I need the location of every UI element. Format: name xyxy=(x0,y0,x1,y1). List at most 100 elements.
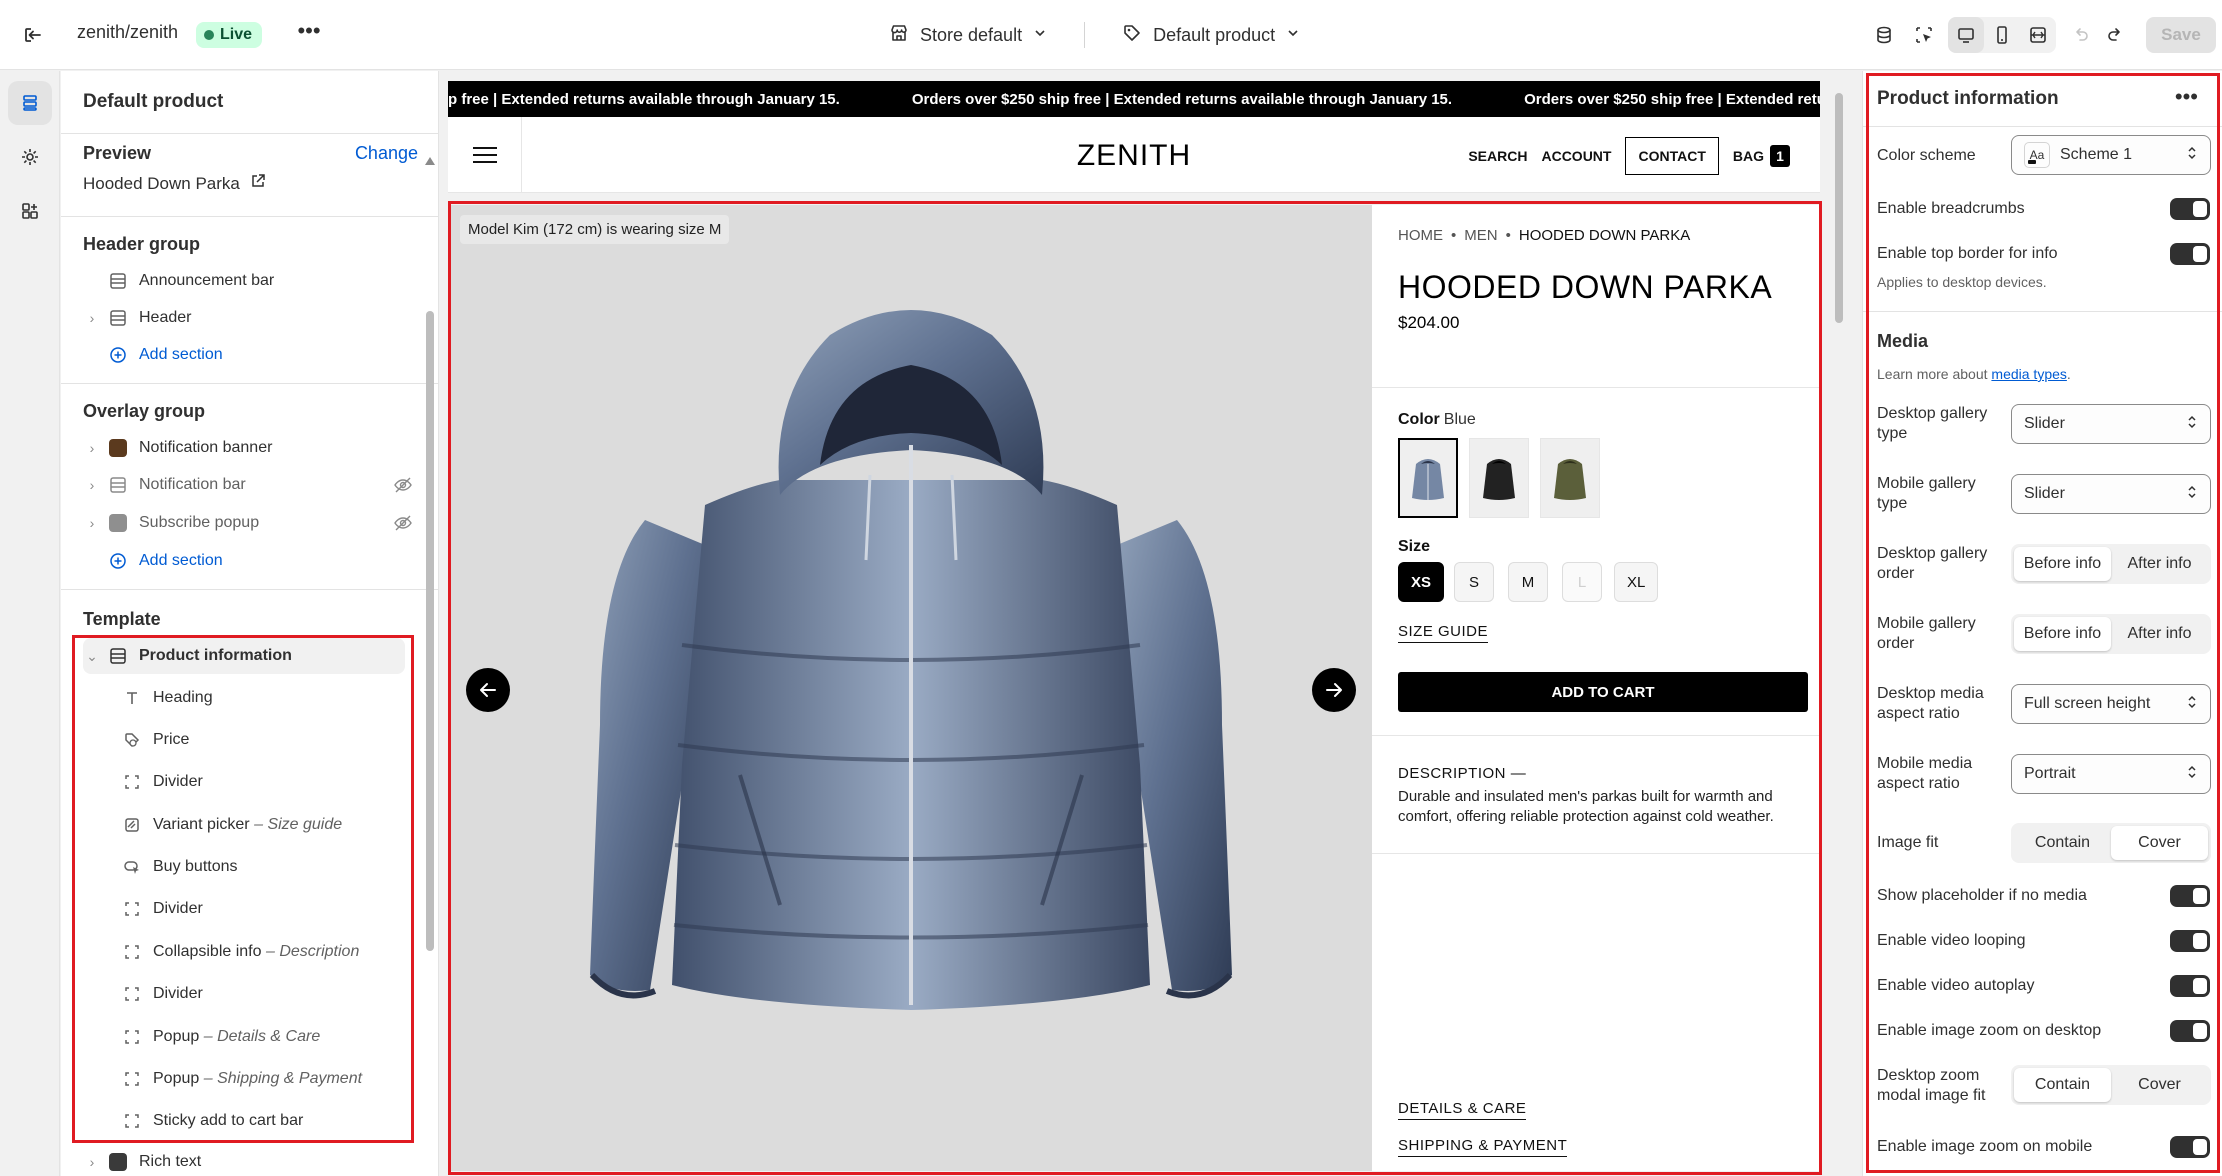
size-option-s[interactable]: S xyxy=(1454,562,1494,602)
section-item-announcement-bar[interactable]: Announcement bar xyxy=(83,263,433,299)
plus-circle-icon xyxy=(107,344,129,366)
announcement-bar[interactable]: p free | Extended returns available thro… xyxy=(448,81,1820,117)
section-item-rich-text[interactable]: › Rich text xyxy=(83,1144,433,1176)
database-icon[interactable] xyxy=(1866,17,1902,53)
product-media[interactable]: Model Kim (172 cm) is wearing size M xyxy=(450,205,1372,1171)
section-item-notification-banner[interactable]: › Notification banner xyxy=(83,430,433,466)
option-before-info[interactable]: Before info xyxy=(2014,547,2111,581)
breadcrumb-men[interactable]: MEN xyxy=(1464,227,1497,244)
hidden-eye-icon[interactable] xyxy=(391,513,415,533)
scrollbar[interactable] xyxy=(425,157,435,1176)
add-to-cart-button[interactable]: ADD TO CART xyxy=(1398,672,1808,712)
option-contain[interactable]: Contain xyxy=(2014,826,2111,860)
toggle-breadcrumbs[interactable] xyxy=(2170,198,2210,220)
chevron-right-icon[interactable]: › xyxy=(83,440,101,456)
block-item-popup-details[interactable]: Popup – Details & Care xyxy=(121,1019,438,1055)
block-item-popup-shipping[interactable]: Popup – Shipping & Payment xyxy=(121,1061,438,1097)
desktop-gallery-type-select[interactable]: Slider xyxy=(2011,404,2211,444)
color-swatch-olive[interactable] xyxy=(1540,438,1600,518)
color-swatch-blue[interactable] xyxy=(1398,438,1458,518)
description-toggle[interactable]: DESCRIPTION — xyxy=(1398,765,1526,782)
more-actions-icon[interactable]: ••• xyxy=(296,20,322,48)
full-width-icon[interactable] xyxy=(2020,17,2056,53)
details-care-link[interactable]: DETAILS & CARE xyxy=(1398,1100,1527,1120)
block-item-variant-picker[interactable]: Variant picker – Size guide xyxy=(121,807,438,843)
nav-contact[interactable]: CONTACT xyxy=(1625,137,1719,175)
size-guide-link[interactable]: SIZE GUIDE xyxy=(1398,623,1489,643)
media-types-link[interactable]: media types xyxy=(1991,366,2066,382)
change-preview-link[interactable]: Change xyxy=(355,143,418,164)
inspector-icon[interactable] xyxy=(1906,17,1942,53)
toggle-zoom-mobile[interactable] xyxy=(2170,1136,2210,1158)
mobile-gallery-type-select[interactable]: Slider xyxy=(2011,474,2211,514)
chevron-right-icon[interactable]: › xyxy=(83,310,101,326)
slider-prev-button[interactable] xyxy=(466,668,510,712)
block-item-heading[interactable]: Heading xyxy=(121,680,438,716)
scroll-up-arrow-icon[interactable] xyxy=(425,157,435,165)
desktop-aspect-ratio-select[interactable]: Full screen height xyxy=(2011,684,2211,724)
toggle-video-looping[interactable] xyxy=(2170,930,2210,952)
sections-icon[interactable] xyxy=(8,81,52,125)
block-item-divider[interactable]: Divider xyxy=(121,764,438,800)
more-actions-icon[interactable]: ••• xyxy=(2175,86,2198,108)
slider-next-button[interactable] xyxy=(1312,668,1356,712)
block-item-price[interactable]: Price xyxy=(121,722,438,758)
color-scheme-select[interactable]: Aa Scheme 1 xyxy=(2011,135,2211,175)
size-option-m[interactable]: M xyxy=(1508,562,1548,602)
toggle-zoom-desktop[interactable] xyxy=(2170,1020,2210,1042)
nav-search[interactable]: SEARCH xyxy=(1468,148,1527,164)
nav-account[interactable]: ACCOUNT xyxy=(1541,148,1611,164)
chevron-right-icon[interactable]: › xyxy=(83,515,101,531)
variant-picker-icon xyxy=(121,814,143,836)
option-cover[interactable]: Cover xyxy=(2111,826,2208,860)
chevron-right-icon[interactable]: › xyxy=(83,477,101,493)
size-option-xl[interactable]: XL xyxy=(1614,562,1659,602)
block-item-buy-buttons[interactable]: Buy buttons xyxy=(121,849,438,885)
desktop-view-icon[interactable] xyxy=(1948,17,1984,53)
block-name: Collapsible info xyxy=(153,943,262,960)
undo-icon[interactable] xyxy=(2062,17,2098,53)
color-swatch-black[interactable] xyxy=(1469,438,1529,518)
size-option-xs[interactable]: XS xyxy=(1398,562,1445,602)
apps-icon[interactable] xyxy=(8,189,52,233)
add-section-overlay-group[interactable]: Add section xyxy=(83,543,433,579)
product-selector[interactable]: Default product xyxy=(1113,22,1309,49)
breadcrumb-home[interactable]: HOME xyxy=(1398,227,1443,244)
exit-icon[interactable] xyxy=(20,22,46,48)
option-cover[interactable]: Cover xyxy=(2111,1068,2208,1102)
option-contain[interactable]: Contain xyxy=(2014,1068,2111,1102)
block-item-divider[interactable]: Divider xyxy=(121,891,438,927)
hidden-eye-icon[interactable] xyxy=(391,475,415,495)
save-button[interactable]: Save xyxy=(2146,17,2216,53)
redo-icon[interactable] xyxy=(2098,17,2134,53)
block-item-divider[interactable]: Divider xyxy=(121,976,438,1012)
nav-bag[interactable]: BAG 1 xyxy=(1733,145,1790,167)
block-item-collapsible-info[interactable]: Collapsible info – Description xyxy=(121,934,438,970)
shipping-payment-link[interactable]: SHIPPING & PAYMENT xyxy=(1398,1137,1568,1157)
add-section-header-group[interactable]: Add section xyxy=(83,337,433,373)
option-after-info[interactable]: After info xyxy=(2111,617,2208,651)
toggle-placeholder[interactable] xyxy=(2170,885,2210,907)
section-item-product-information[interactable]: ⌄ Product information xyxy=(83,638,405,674)
preview-heading: Preview xyxy=(83,143,152,163)
select-value: Slider xyxy=(2024,415,2065,432)
mobile-aspect-ratio-select[interactable]: Portrait xyxy=(2011,754,2211,794)
chevron-down-icon[interactable]: ⌄ xyxy=(83,648,101,665)
preview-item[interactable]: Hooded Down Parka xyxy=(83,173,266,194)
size-option-l[interactable]: L xyxy=(1562,562,1602,602)
toggle-top-border[interactable] xyxy=(2170,243,2210,265)
settings-gear-icon[interactable] xyxy=(8,135,52,179)
scrollbar-thumb[interactable] xyxy=(426,311,434,951)
preview-scrollbar[interactable] xyxy=(1835,85,1843,1175)
mobile-view-icon[interactable] xyxy=(1984,17,2020,53)
store-selector[interactable]: Store default xyxy=(880,22,1056,49)
section-item-header[interactable]: › Header xyxy=(83,300,433,336)
scrollbar-thumb[interactable] xyxy=(1835,93,1843,323)
option-before-info[interactable]: Before info xyxy=(2014,617,2111,651)
section-item-notification-bar[interactable]: › Notification bar xyxy=(83,467,433,503)
block-item-sticky-add-to-cart[interactable]: Sticky add to cart bar xyxy=(121,1103,438,1139)
option-after-info[interactable]: After info xyxy=(2111,547,2208,581)
section-item-subscribe-popup[interactable]: › Subscribe popup xyxy=(83,505,433,541)
toggle-video-autoplay[interactable] xyxy=(2170,975,2210,997)
chevron-right-icon[interactable]: › xyxy=(83,1154,101,1170)
